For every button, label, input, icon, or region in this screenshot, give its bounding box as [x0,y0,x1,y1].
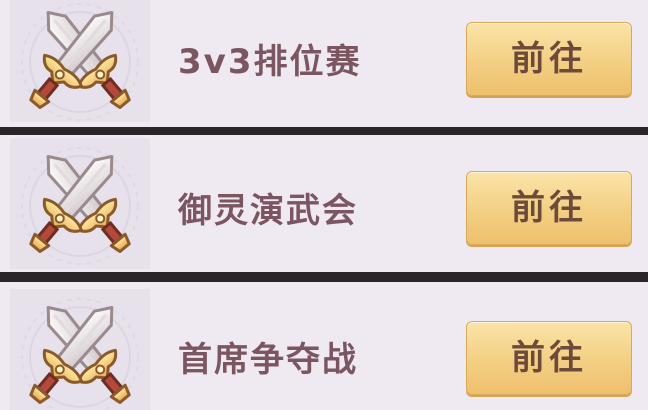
list-item: 御灵演武会 前往 [0,135,648,272]
activity-list: 3v3排位赛 前往 御灵演武会 前往 首席争夺战 前往 [0,0,648,410]
list-item: 首席争夺战 前往 [0,282,648,410]
go-button[interactable]: 前往 [466,321,632,395]
activity-icon-frame [10,138,150,269]
activity-icon-frame [10,0,150,122]
crossed-swords-icon [10,0,150,122]
activity-icon-frame [10,289,150,410]
go-button[interactable]: 前往 [466,171,632,245]
activity-title: 首席争夺战 [178,340,358,380]
go-button[interactable]: 前往 [466,22,632,96]
crossed-swords-icon [10,289,150,410]
list-item: 3v3排位赛 前往 [0,0,648,127]
activity-title: 御灵演武会 [178,191,358,231]
activity-title: 3v3排位赛 [178,42,362,82]
crossed-swords-icon [10,138,150,269]
